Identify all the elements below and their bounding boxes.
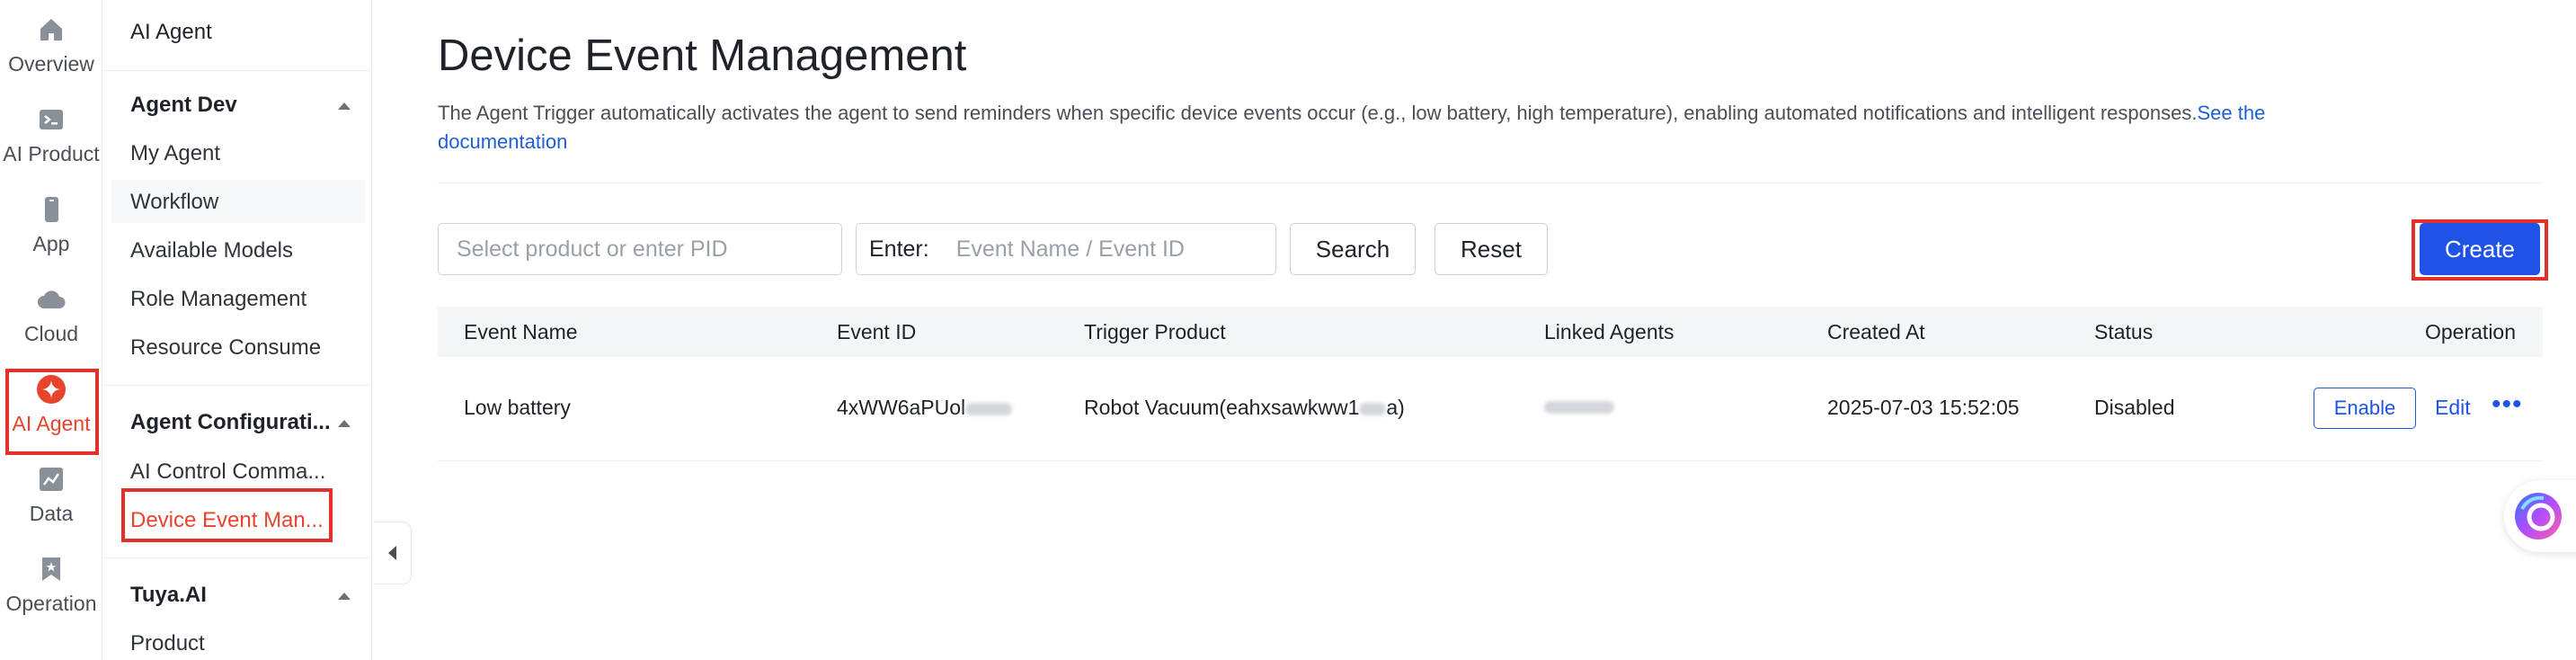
cell-trigger-product: Robot Vacuum(eahxsawkww1 a): [1084, 396, 1405, 420]
redacted-text: [1359, 402, 1387, 415]
rail-label: Data: [29, 502, 74, 525]
column-header-created-at: Created At: [1827, 320, 1925, 343]
rail-label: App: [32, 232, 70, 255]
cell-event-name: Low battery: [464, 396, 571, 419]
cell-linked-agents: [1544, 394, 1614, 418]
highlight-ai-agent: [5, 369, 99, 455]
sidebar-group-agent-dev[interactable]: Agent Dev: [130, 93, 351, 118]
event-search-input[interactable]: Enter: Event Name / Event ID: [856, 223, 1276, 275]
cell-event-id: 4xWW6aPUol: [837, 396, 1013, 420]
sidebar-group-tuya-ai[interactable]: Tuya.AI: [130, 583, 351, 608]
cloud-icon: [36, 284, 67, 315]
rail-item-data[interactable]: Data: [0, 450, 102, 536]
sidebar-title: AI Agent: [130, 20, 212, 44]
event-id-text: 4xWW6aPUol: [837, 396, 966, 419]
redacted-text: [965, 402, 1013, 415]
rail-item-cloud[interactable]: Cloud: [0, 270, 102, 356]
sidebar-item-workflow[interactable]: Workflow: [130, 190, 346, 215]
sidebar-item-role-management[interactable]: Role Management: [130, 287, 346, 312]
sidebar-collapse-button[interactable]: [374, 522, 412, 584]
rail-label: AI Product: [3, 142, 100, 165]
product-placeholder: Select product or enter PID: [457, 236, 728, 262]
highlight-device-event: [121, 488, 333, 542]
sidebar-group-label: Agent Dev: [130, 93, 237, 117]
bookmark-icon: [36, 554, 67, 584]
sidebar-group-label: Agent Configurati...: [130, 410, 331, 434]
rail-label: Overview: [8, 52, 94, 76]
product-text-prefix: Robot Vacuum(eahxsawkww1: [1084, 396, 1360, 419]
column-header-event-id: Event ID: [837, 320, 917, 343]
sidebar-item-my-agent[interactable]: My Agent: [130, 141, 346, 166]
sidebar: AI Agent Agent Dev My Agent Workflow Ava…: [102, 0, 372, 660]
rail-item-app[interactable]: App: [0, 180, 102, 266]
table-header: [438, 307, 2543, 357]
chevron-up-icon[interactable]: [338, 420, 351, 427]
ai-assistant-button[interactable]: [2504, 480, 2576, 552]
rail-item-operation[interactable]: Operation: [0, 540, 102, 626]
column-header-operation: Operation: [2425, 320, 2517, 343]
sidebar-divider: [102, 557, 372, 558]
cell-created-at: 2025-07-03 15:52:05: [1827, 396, 2020, 419]
icon-rail: Overview AI Product App Cloud AI Agent D…: [0, 0, 102, 660]
redacted-text: [1544, 400, 1614, 414]
sidebar-group-agent-configuration[interactable]: Agent Configurati...: [130, 410, 351, 435]
column-header-linked-agents: Linked Agents: [1544, 320, 1674, 343]
highlight-create: [2412, 219, 2548, 281]
description-text: The Agent Trigger automatically activate…: [438, 102, 2198, 124]
phone-icon: [36, 194, 67, 225]
rail-item-overview[interactable]: Overview: [0, 0, 102, 86]
product-text-suffix: a): [1386, 396, 1405, 419]
column-header-event-name: Event Name: [464, 320, 578, 343]
sidebar-group-label: Tuya.AI: [130, 583, 207, 607]
rail-item-ai-product[interactable]: AI Product: [0, 90, 102, 176]
caret-left-icon: [388, 546, 396, 560]
event-placeholder: Event Name / Event ID: [955, 236, 1185, 262]
chart-icon: [36, 464, 67, 495]
chevron-up-icon[interactable]: [338, 593, 351, 600]
sidebar-item-product[interactable]: Product: [130, 631, 346, 656]
sidebar-item-available-models[interactable]: Available Models: [130, 238, 346, 263]
rail-label: Operation: [5, 592, 97, 615]
page-description: The Agent Trigger automatically activate…: [438, 99, 2361, 156]
edit-link[interactable]: Edit: [2435, 396, 2471, 420]
more-actions-icon[interactable]: •••: [2492, 391, 2523, 418]
home-icon: [36, 14, 67, 45]
enter-label: Enter:: [869, 236, 929, 262]
column-header-trigger-product: Trigger Product: [1084, 320, 1226, 343]
sidebar-item-ai-control-commands[interactable]: AI Control Comma...: [130, 459, 346, 485]
assistant-orb-icon: [2515, 493, 2562, 540]
sidebar-divider: [102, 385, 372, 386]
cell-status: Disabled: [2094, 396, 2175, 419]
terminal-icon: [36, 104, 67, 135]
reset-button[interactable]: Reset: [1435, 223, 1548, 275]
product-select-input[interactable]: Select product or enter PID: [438, 223, 842, 275]
sidebar-divider: [102, 70, 372, 71]
search-button[interactable]: Search: [1290, 223, 1416, 275]
page-title: Device Event Management: [438, 31, 967, 80]
rail-label: Cloud: [23, 322, 79, 345]
enable-button[interactable]: Enable: [2314, 388, 2416, 429]
row-divider: [438, 460, 2543, 461]
column-header-status: Status: [2094, 320, 2154, 343]
chevron-up-icon[interactable]: [338, 103, 351, 110]
sidebar-item-resource-consume[interactable]: Resource Consume: [130, 335, 346, 361]
